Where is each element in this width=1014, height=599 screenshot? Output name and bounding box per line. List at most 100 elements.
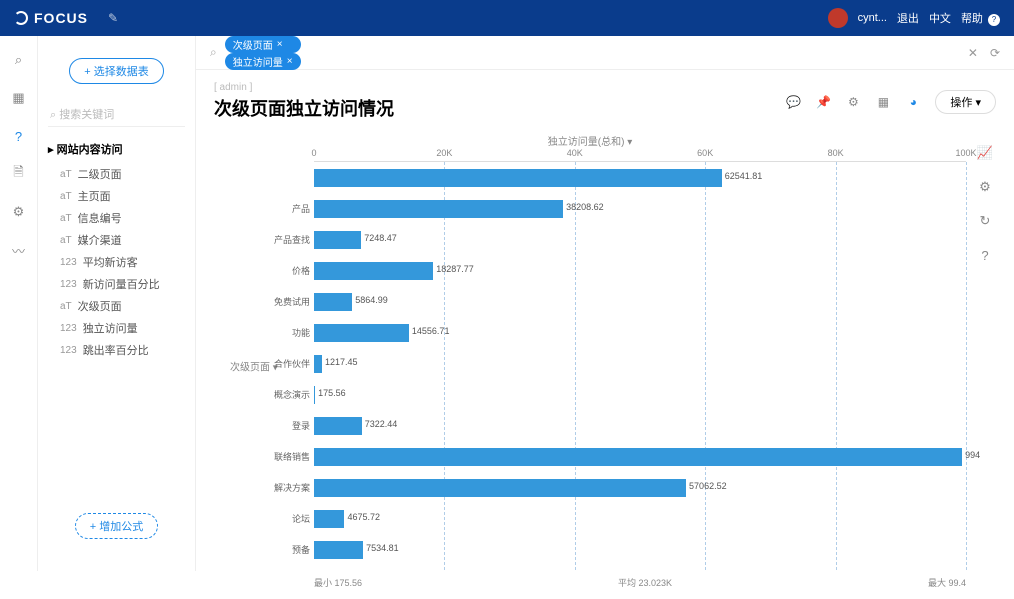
tree-item-label: 二级页面 (78, 166, 122, 182)
lang-switch[interactable]: 中文 (929, 10, 951, 26)
bar-category-label: 预备 (234, 543, 310, 556)
bar[interactable]: 1217.45 (314, 355, 322, 373)
bar-row: 合作伙伴1217.45 (314, 348, 966, 379)
bar-row: 预备7534.81 (314, 534, 966, 565)
bar-row: 产品查找7248.47 (314, 224, 966, 255)
tree-item[interactable]: aT主页面 (48, 185, 185, 207)
chart-line-icon[interactable]: 〰 (11, 242, 27, 258)
select-data-button[interactable]: + 选择数据表 (69, 58, 163, 84)
bar-value-label: 57062.52 (689, 481, 727, 491)
field-type-icon: 123 (60, 345, 77, 356)
bar-chart: 独立访问量(总和) ▾ 020K40K60K80K100K 次级页面 ▾ 625… (214, 133, 966, 589)
tree-item-label: 媒介渠道 (78, 232, 122, 248)
comment-icon[interactable]: 💬 (785, 94, 801, 110)
query-pill[interactable]: 独立访问量 × (225, 53, 301, 70)
bar-row: 价格18287.77 (314, 255, 966, 286)
operations-button[interactable]: 操作 ▾ (935, 90, 996, 114)
question-icon[interactable]: ? (11, 128, 27, 144)
bar[interactable]: 57062.52 (314, 479, 686, 497)
help-icon[interactable]: ? (977, 247, 993, 263)
bar[interactable]: 7534.81 (314, 541, 363, 559)
bar[interactable]: 62541.81 (314, 169, 722, 187)
bar-value-label: 38208.62 (566, 202, 604, 212)
bar-row: 功能14556.71 (314, 317, 966, 348)
tree-item[interactable]: 123 独立访问量 (48, 317, 185, 339)
bar-row: 免费试用5864.99 (314, 286, 966, 317)
tree-item-label: 信息编号 (78, 210, 122, 226)
tree-item[interactable]: aT信息编号 (48, 207, 185, 229)
tree-item[interactable]: 123 新访问量百分比 (48, 273, 185, 295)
bar-value-label: 14556.71 (412, 326, 450, 336)
pin-icon[interactable]: 📌 (815, 94, 831, 110)
tree-section-title[interactable]: ▸ 网站内容访问 (48, 141, 185, 157)
config-icon[interactable]: ⚙ (977, 179, 993, 195)
clear-icon[interactable]: ✕ (968, 46, 978, 60)
search-icon[interactable]: ⌕ (210, 45, 217, 60)
username[interactable]: cynt... (858, 12, 887, 24)
report-icon[interactable]: 🗎 (11, 166, 27, 182)
tree-item[interactable]: aT 二级页面 (48, 163, 185, 185)
bar[interactable]: 5864.99 (314, 293, 352, 311)
bar[interactable]: 18287.77 (314, 262, 433, 280)
bar[interactable]: 38208.62 (314, 200, 563, 218)
settings-icon[interactable]: ⚙ (845, 94, 861, 110)
avatar[interactable] (828, 8, 848, 28)
reload-icon[interactable]: ↻ (977, 213, 993, 229)
bar[interactable]: 175.56 (314, 386, 315, 404)
sidebar: + 选择数据表 ⌕ 搜索关键词 ▸ 网站内容访问 aT 二级页面 aT主页面aT信息… (38, 36, 196, 571)
field-type-icon: aT (60, 169, 72, 180)
refresh-icon[interactable]: ⟳ (990, 46, 1000, 60)
tree-item[interactable]: 123平均新访客 (48, 251, 185, 273)
bar-value-label: 5864.99 (355, 295, 388, 305)
bar-category-label: 联络销售 (234, 450, 310, 463)
x-tick: 100K (955, 148, 976, 158)
query-pill[interactable]: 次级页面 × (225, 36, 301, 53)
field-type-icon: 123 (60, 323, 77, 334)
close-icon[interactable]: × (287, 56, 293, 67)
gear-icon[interactable]: ⚙ (11, 204, 27, 220)
bar[interactable]: 14556.71 (314, 324, 409, 342)
bar-value-label: 62541.81 (725, 171, 763, 181)
table-icon[interactable]: ▦ (875, 94, 891, 110)
bar-category-label: 合作伙伴 (234, 357, 310, 370)
field-type-icon: 123 (60, 279, 77, 290)
bar-value-label: 1217.45 (325, 357, 358, 367)
board-icon[interactable]: ▦ (11, 90, 27, 106)
bar-row: 62541.81 (314, 162, 966, 193)
logout-link[interactable]: 退出 (897, 10, 919, 26)
tree-item-label: 主页面 (78, 188, 111, 204)
nav-iconbar: ⌕ ▦ ? 🗎 ⚙ 〰 (0, 36, 38, 571)
bar[interactable]: 7248.47 (314, 231, 361, 249)
help-link[interactable]: 帮助 ? (961, 10, 1000, 26)
bar[interactable]: 4675.72 (314, 510, 344, 528)
search-input[interactable]: ⌕ 搜索关键词 (48, 102, 185, 127)
bar[interactable]: 7322.44 (314, 417, 362, 435)
bar-row: 产品38208.62 (314, 193, 966, 224)
bar-row: 概念演示175.56 (314, 379, 966, 410)
add-formula-button[interactable]: + 增加公式 (75, 513, 158, 539)
stat-min: 最小 175.56 (314, 576, 362, 589)
bar[interactable]: 994 (314, 448, 962, 466)
x-axis-title[interactable]: 独立访问量(总和) ▾ (214, 133, 966, 148)
tree-item[interactable]: 123 跳出率百分比 (48, 339, 185, 361)
search-icon[interactable]: ⌕ (11, 52, 27, 68)
tree-item-label: 新访问量百分比 (83, 276, 160, 292)
brand-text: FOCUS (34, 10, 88, 26)
bar-category-label: 价格 (234, 264, 310, 277)
bar-row: 登录7322.44 (314, 410, 966, 441)
close-icon[interactable]: × (277, 39, 283, 50)
x-tick: 20K (436, 148, 452, 158)
x-tick: 40K (567, 148, 583, 158)
pie-chart-icon[interactable]: ◕ (905, 94, 921, 110)
bar-value-label: 175.56 (318, 388, 346, 398)
tree-item-label: 跳出率百分比 (83, 342, 149, 358)
bar-category-label: 功能 (234, 326, 310, 339)
tree-item[interactable]: aT媒介渠道 (48, 229, 185, 251)
tree-item[interactable]: aT次级页面 (48, 295, 185, 317)
edit-chart-icon[interactable]: 📈 (977, 145, 993, 161)
tree-item-label: 独立访问量 (83, 320, 138, 336)
edit-icon[interactable]: ✎ (108, 11, 122, 25)
query-bar: ⌕ 次级页面 ×独立访问量 × ✕ ⟳ (196, 36, 1014, 70)
bar-category-label: 产品 (234, 202, 310, 215)
bar-category-label: 登录 (234, 419, 310, 432)
